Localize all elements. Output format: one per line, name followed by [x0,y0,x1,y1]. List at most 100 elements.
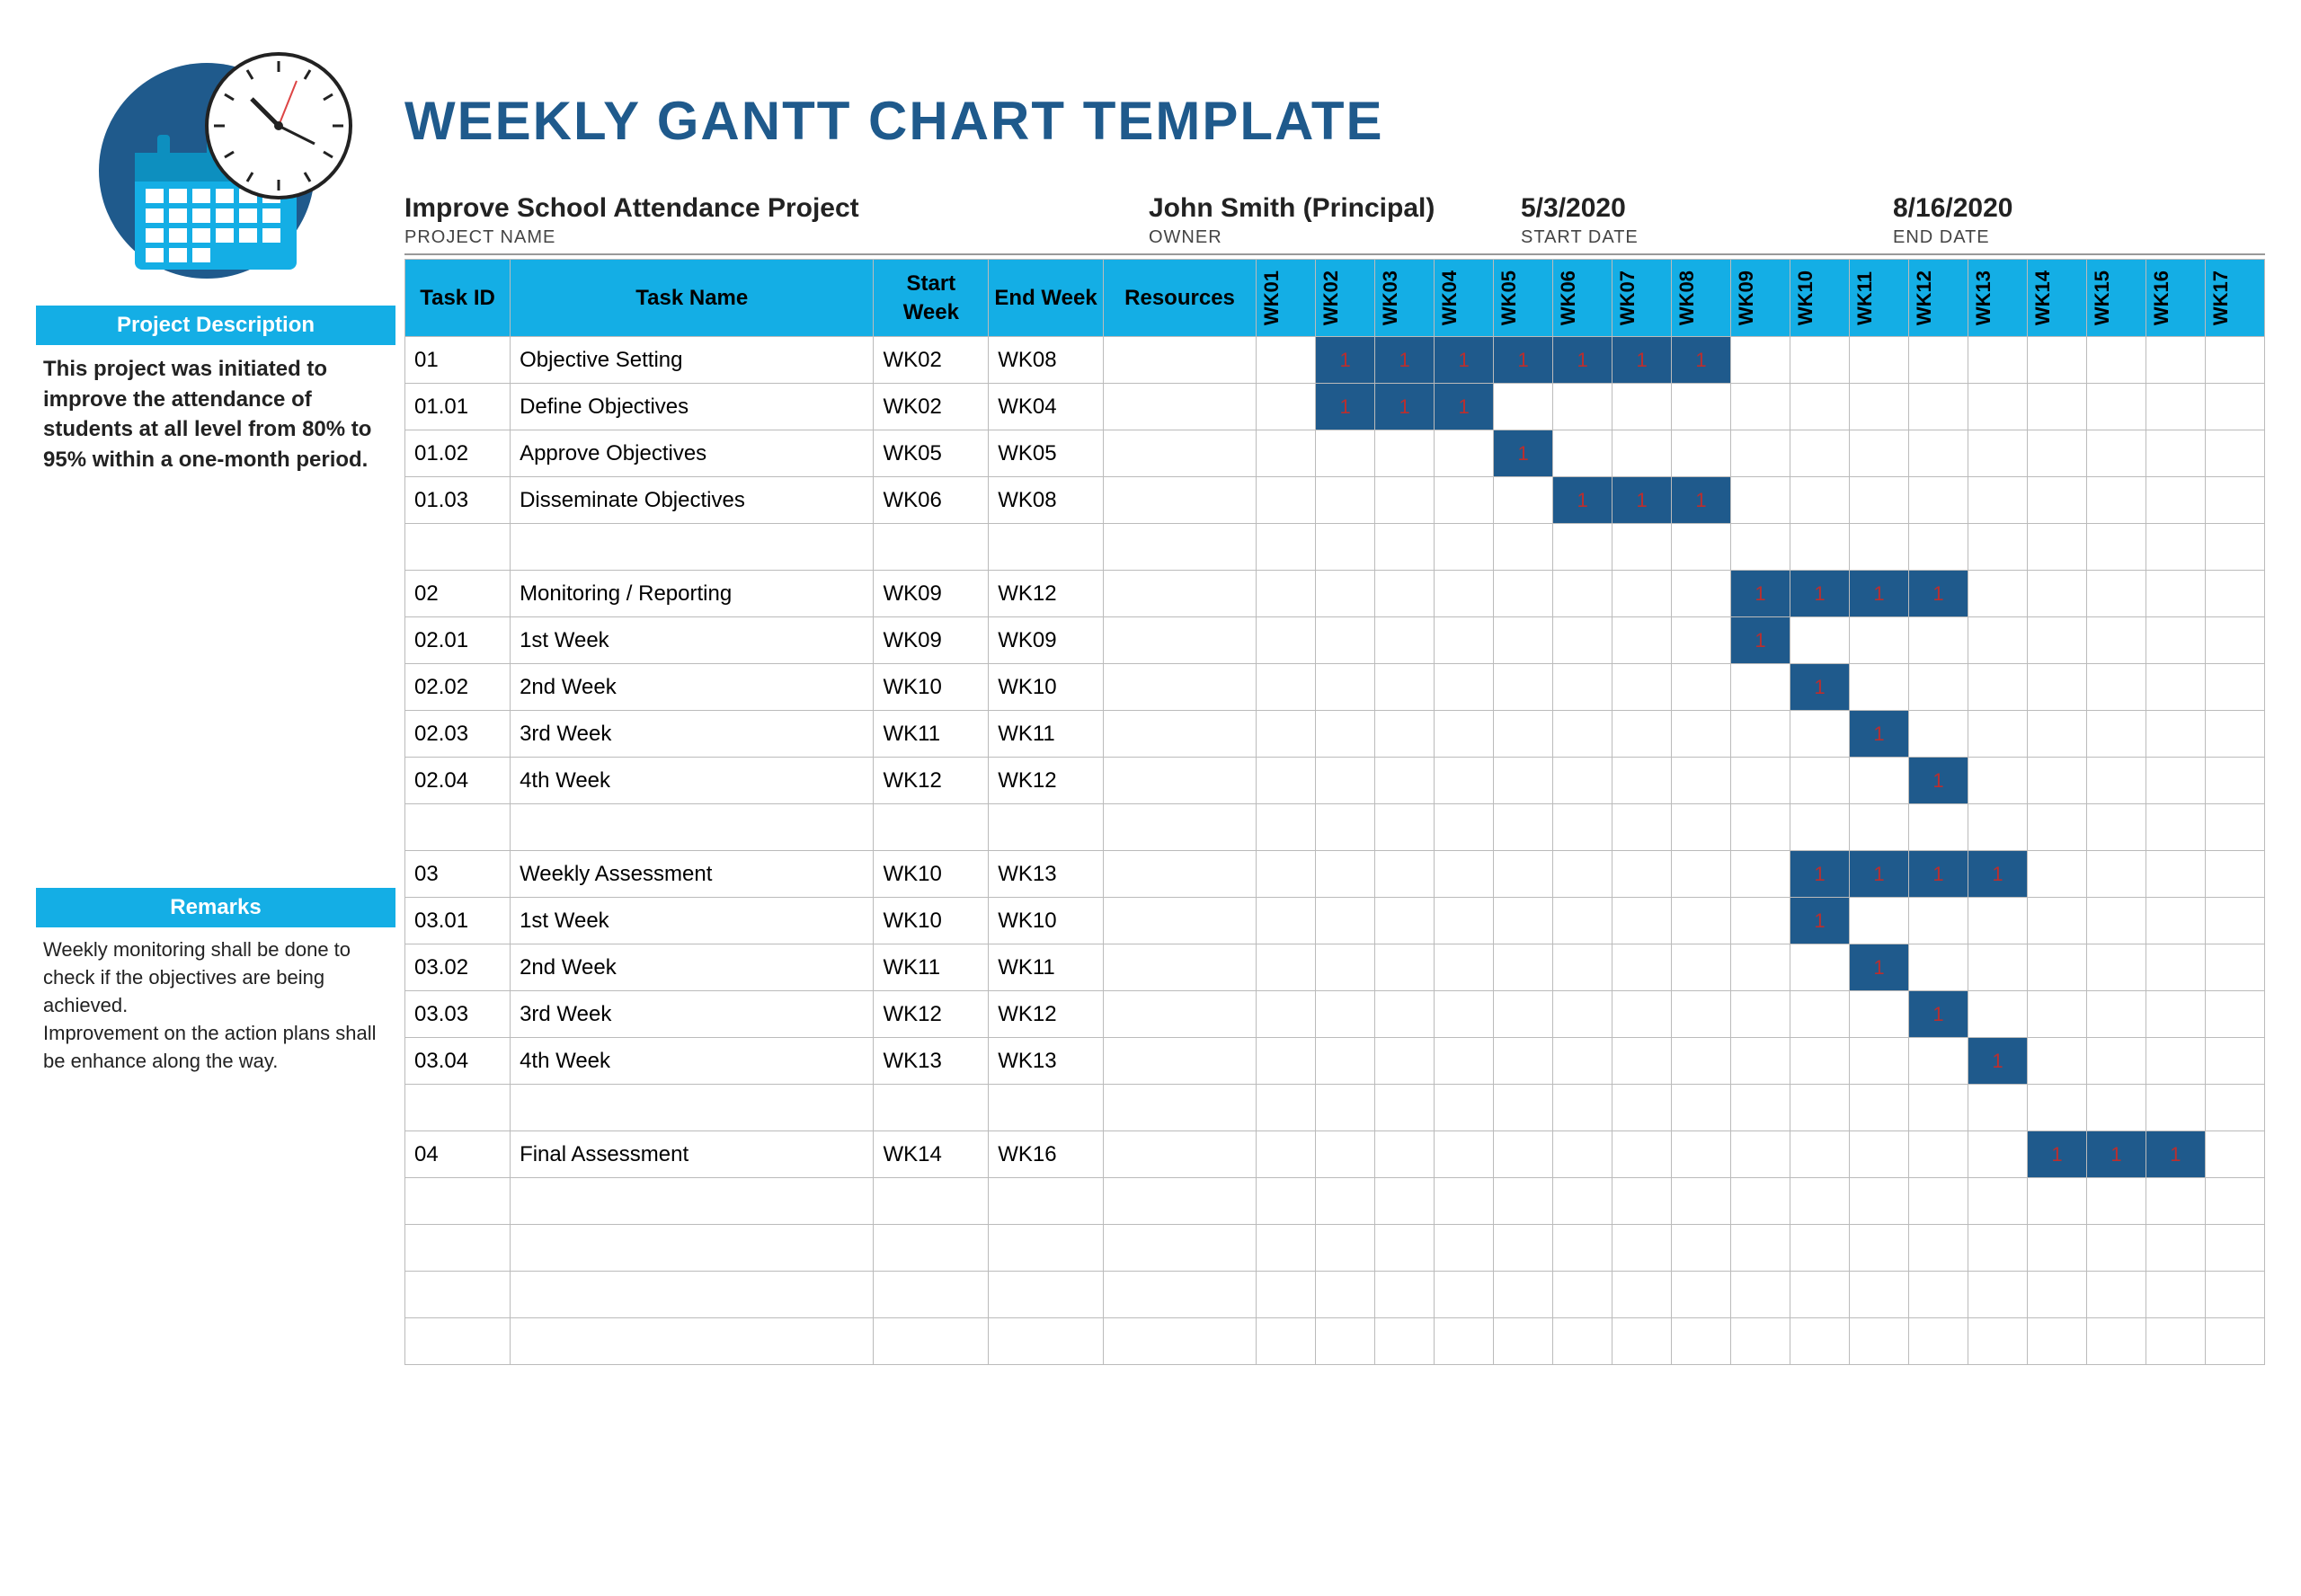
cell-week [1316,571,1375,617]
cell-week [1672,430,1731,477]
col-week-4: WK04 [1435,260,1494,337]
col-week-2: WK02 [1316,260,1375,337]
cell-week [1790,1038,1850,1085]
cell-week [1494,477,1553,524]
cell-week [1790,1131,1850,1178]
cell-week [2146,1038,2205,1085]
cell-task-name: Weekly Assessment [511,851,874,898]
cell-week [1731,1318,1790,1365]
cell-week: 1 [1850,571,1909,617]
cell-week [1494,1272,1553,1318]
cell-week [1435,430,1494,477]
cell-end-week: WK12 [989,758,1104,804]
cell-week: 1 [1790,571,1850,617]
cell-week [1553,524,1612,571]
cell-end-week: WK10 [989,898,1104,944]
cell-week [1375,1131,1435,1178]
cell-week [1731,851,1790,898]
cell-week [1612,898,1672,944]
cell-task-id: 03 [405,851,511,898]
cell-week [2086,1318,2146,1365]
cell-week [1612,804,1672,851]
cell-week [1672,851,1731,898]
cell-week [1850,1178,1909,1225]
cell-week [2205,1085,2264,1131]
cell-week [1553,711,1612,758]
cell-week [2027,430,2086,477]
cell-task-id: 03.02 [405,944,511,991]
cell-week [1553,1178,1612,1225]
cell-task-name: Objective Setting [511,337,874,384]
cell-week [1672,1131,1731,1178]
cell-week [1731,804,1790,851]
cell-start-week: WK13 [874,1038,989,1085]
col-week-3: WK03 [1375,260,1435,337]
col-week-6: WK06 [1553,260,1612,337]
cell-week [1257,1225,1316,1272]
cell-week [2027,571,2086,617]
cell-task-name [511,804,874,851]
cell-week [2086,804,2146,851]
cell-week [2027,1318,2086,1365]
cell-week [2205,851,2264,898]
cell-week [1257,991,1316,1038]
cell-week [1909,524,1968,571]
cell-task-name: 2nd Week [511,944,874,991]
cell-week [1909,337,1968,384]
cell-week [1257,571,1316,617]
cell-week: 1 [1672,477,1731,524]
table-row: 04Final AssessmentWK14WK16111 [405,1131,2265,1178]
cell-week: 1 [1553,337,1612,384]
cell-week [1435,898,1494,944]
cell-task-name: Define Objectives [511,384,874,430]
cell-week [1435,758,1494,804]
cell-week [1909,664,1968,711]
cell-week [2086,571,2146,617]
cell-week [2086,524,2146,571]
cell-week [2027,944,2086,991]
cell-week [1731,477,1790,524]
end-date-label: END DATE [1893,227,2265,248]
cell-start-week [874,1318,989,1365]
cell-week [1790,337,1850,384]
table-row: 02.033rd WeekWK11WK111 [405,711,2265,758]
cell-week [1612,1318,1672,1365]
cell-week [1553,898,1612,944]
cell-week [1257,524,1316,571]
cell-task-id [405,1272,511,1318]
cell-week [1316,524,1375,571]
cell-week [1672,711,1731,758]
table-row [405,1085,2265,1131]
cell-week [2146,477,2205,524]
cell-week [2027,898,2086,944]
table-row: 03Weekly AssessmentWK10WK131111 [405,851,2265,898]
cell-week [1316,1085,1375,1131]
cell-task-name: 4th Week [511,758,874,804]
cell-week [2086,711,2146,758]
cell-week [2086,337,2146,384]
cell-week [1909,1178,1968,1225]
cell-week [1435,991,1494,1038]
cell-week: 1 [1494,430,1553,477]
cell-week [1375,1225,1435,1272]
cell-week [1316,1178,1375,1225]
cell-task-name [511,1085,874,1131]
cell-week [2205,337,2264,384]
cell-week [2205,617,2264,664]
owner-value: John Smith (Principal) [1149,193,1521,224]
cell-week [1553,804,1612,851]
cell-week [2146,571,2205,617]
cell-week [1909,898,1968,944]
cell-week [1672,1085,1731,1131]
table-row: 01.02Approve ObjectivesWK05WK051 [405,430,2265,477]
cell-week [1316,477,1375,524]
cell-week [1435,1225,1494,1272]
cell-week: 1 [1494,337,1553,384]
cell-week [1494,571,1553,617]
cell-week [1850,758,1909,804]
cell-week [1553,430,1612,477]
cell-week [2027,664,2086,711]
cell-week [1790,991,1850,1038]
cell-week [2205,1272,2264,1318]
cell-week [1316,1272,1375,1318]
